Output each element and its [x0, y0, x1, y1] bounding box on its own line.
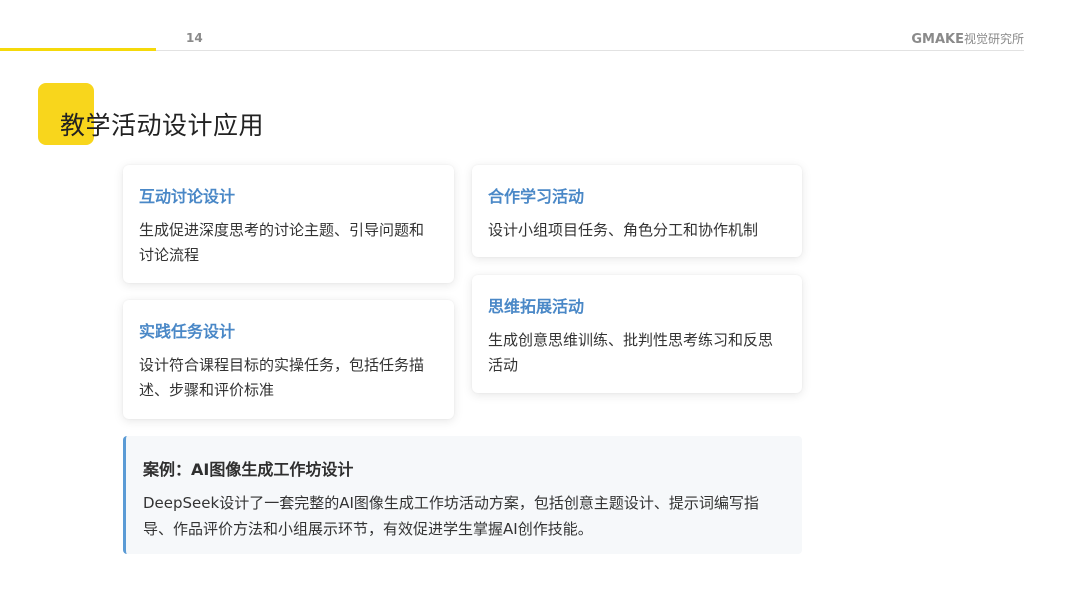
- card-title: 思维拓展活动: [488, 297, 585, 316]
- case-description: DeepSeek设计了一套完整的AI图像生成工作坊活动方案，包括创意主题设计、提…: [143, 494, 759, 538]
- card-interactive-discussion: 互动讨论设计 生成促进深度思考的讨论主题、引导问题和讨论流程: [123, 165, 454, 283]
- card-description: 设计符合课程目标的实操任务，包括任务描述、步骤和评价标准: [139, 356, 425, 399]
- card-title: 合作学习活动: [488, 187, 585, 206]
- page-title: 教学活动设计应用: [60, 111, 265, 140]
- brand-logo: GMAKE视觉研究所: [911, 30, 1024, 47]
- card-description: 生成创意思维训练、批判性思考练习和反思活动: [488, 331, 774, 374]
- card-practice-task: 实践任务设计 设计符合课程目标的实操任务，包括任务描述、步骤和评价标准: [123, 300, 454, 419]
- card-thinking-expansion: 思维拓展活动 生成创意思维训练、批判性思考练习和反思活动: [472, 275, 802, 393]
- case-study-block: 案例：AI图像生成工作坊设计 DeepSeek设计了一套完整的AI图像生成工作坊…: [123, 436, 802, 554]
- card-title: 互动讨论设计: [139, 187, 236, 206]
- card-description: 生成促进深度思考的讨论主题、引导问题和讨论流程: [139, 221, 425, 264]
- card-cooperative-learning: 合作学习活动 设计小组项目任务、角色分工和协作机制: [472, 165, 802, 257]
- case-title: 案例：AI图像生成工作坊设计: [143, 460, 354, 479]
- brand-name-en: GMAKE: [911, 32, 964, 47]
- card-description: 设计小组项目任务、角色分工和协作机制: [488, 221, 759, 239]
- page-number: 14: [186, 31, 203, 45]
- header-accent-bar: [0, 48, 156, 51]
- brand-name-cn: 视觉研究所: [963, 32, 1024, 46]
- card-title: 实践任务设计: [139, 322, 236, 341]
